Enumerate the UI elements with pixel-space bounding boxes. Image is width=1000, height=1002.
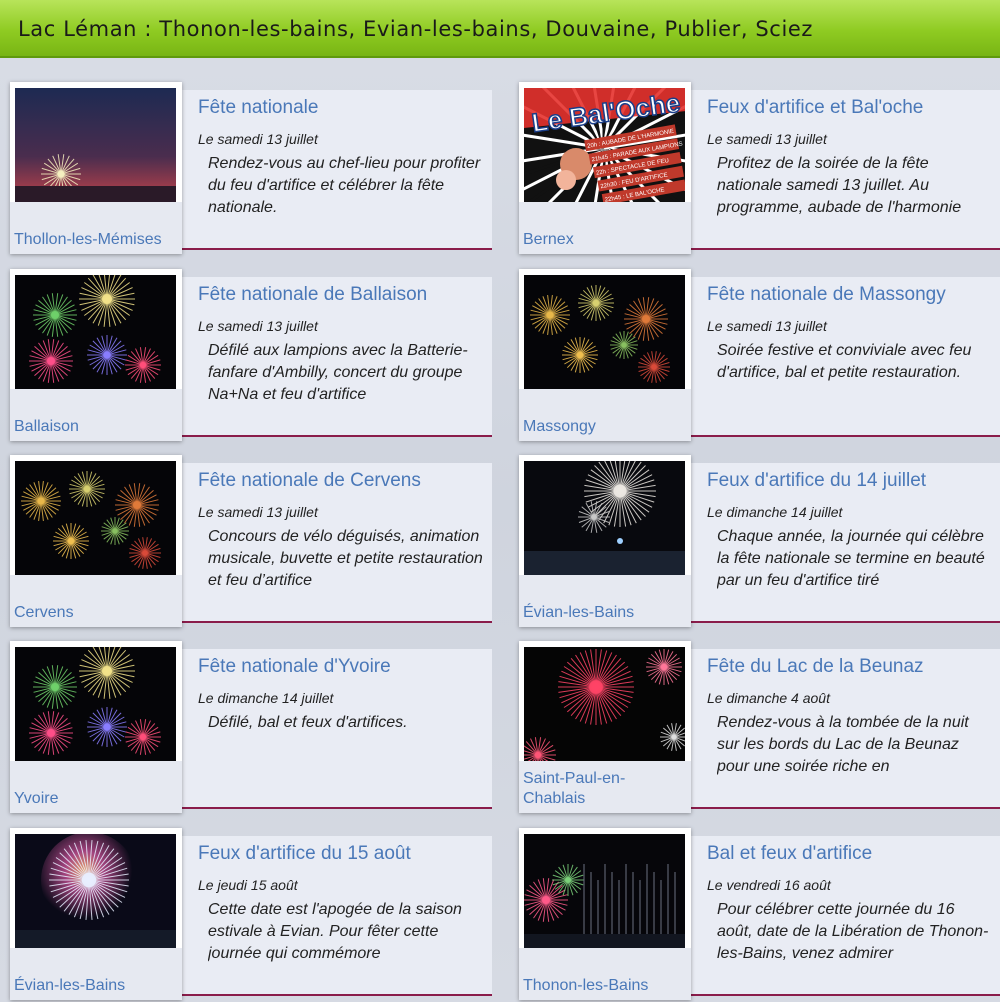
event-description: Profitez de la soirée de la fête nationa…: [717, 155, 962, 216]
event-location-label: Saint-Paul-en-Chablais: [523, 770, 626, 807]
event-thumbnail[interactable]: Évian-les-Bains: [10, 828, 182, 1000]
event-description: Défilé, bal et feux d'artifices.: [208, 714, 408, 731]
event-image-graphic: [15, 88, 176, 202]
event-thumbnail[interactable]: Le Bal'Oche 20h : AUBADE DE L'HARMONIE 2…: [519, 82, 691, 254]
event-title-link[interactable]: Feux d'artifice et Bal'oche: [707, 97, 923, 119]
event-thumbnail[interactable]: Yvoire: [10, 641, 182, 813]
event-title-link[interactable]: Fête nationale d'Yvoire: [198, 656, 391, 678]
event-image-graphic: [524, 461, 685, 575]
event-thumbnail[interactable]: Ballaison: [10, 269, 182, 441]
event-card[interactable]: Thollon-les-Mémises Fête nationale Le sa…: [10, 82, 492, 254]
event-date: Le samedi 13 juillet: [198, 504, 318, 520]
event-card[interactable]: Yvoire Fête nationale d'Yvoire Le dimanc…: [10, 641, 492, 813]
event-card[interactable]: Évian-les-Bains Feux d'artifice du 15 ao…: [10, 828, 492, 1000]
event-photo[interactable]: [524, 461, 685, 575]
event-description: Rendez-vous à la tombée de la nuit sur l…: [717, 714, 969, 775]
event-location-label: Bernex: [523, 231, 574, 248]
event-description: Cette date est l'apogée de la saison est…: [208, 901, 462, 962]
event-thumbnail[interactable]: Saint-Paul-en-Chablais: [519, 641, 691, 813]
event-location: Cervens: [10, 575, 182, 627]
event-thumbnail[interactable]: Cervens: [10, 455, 182, 627]
event-photo[interactable]: [15, 88, 176, 202]
event-card[interactable]: Massongy Fête nationale de Massongy Le s…: [519, 269, 1000, 441]
event-image-graphic: [15, 834, 176, 948]
event-description: Soirée festive et conviviale avec feu d'…: [717, 342, 972, 381]
event-description: Pour célébrer cette journée du 16 août, …: [717, 901, 989, 962]
event-location: Yvoire: [10, 761, 182, 813]
event-location: Ballaison: [10, 389, 182, 441]
event-location-label: Ballaison: [14, 418, 79, 435]
event-card[interactable]: Cervens Fête nationale de Cervens Le sam…: [10, 455, 492, 627]
event-title-link[interactable]: Feux d'artifice du 14 juillet: [707, 470, 926, 492]
event-image-graphic: [15, 275, 176, 389]
event-location: Évian-les-Bains: [519, 575, 691, 627]
event-date: Le samedi 13 juillet: [707, 318, 827, 334]
event-title-link[interactable]: Fête nationale: [198, 97, 318, 119]
event-date: Le jeudi 15 août: [198, 877, 298, 893]
event-location-label: Évian-les-Bains: [14, 977, 126, 994]
event-location: Évian-les-Bains: [10, 948, 182, 1000]
event-card[interactable]: Saint-Paul-en-Chablais Fête du Lac de la…: [519, 641, 1000, 813]
event-card[interactable]: Évian-les-Bains Feux d'artifice du 14 ju…: [519, 455, 1000, 627]
event-location: Bernex: [519, 202, 691, 254]
event-location: Massongy: [519, 389, 691, 441]
page-title: Lac Léman : Thonon-les-bains, Evian-les-…: [18, 17, 814, 41]
event-photo[interactable]: [15, 834, 176, 948]
event-description: Rendez-vous au chef-lieu pour profiter d…: [208, 155, 481, 216]
event-date: Le dimanche 14 juillet: [707, 504, 843, 520]
event-thumbnail[interactable]: Massongy: [519, 269, 691, 441]
event-location-label: Yvoire: [14, 790, 59, 807]
event-date: Le samedi 13 juillet: [198, 131, 318, 147]
event-photo[interactable]: [15, 275, 176, 389]
event-card[interactable]: Le Bal'Oche 20h : AUBADE DE L'HARMONIE 2…: [519, 82, 1000, 254]
event-title-link[interactable]: Feux d'artifice du 15 août: [198, 843, 411, 865]
event-date: Le samedi 13 juillet: [707, 131, 827, 147]
event-description: Chaque année, la journée qui célèbre la …: [717, 528, 985, 589]
event-photo[interactable]: [15, 647, 176, 761]
event-location-label: Thollon-les-Mémises: [14, 231, 162, 248]
event-photo[interactable]: [524, 834, 685, 948]
event-location-label: Massongy: [523, 418, 596, 435]
event-image-graphic: [524, 275, 685, 389]
event-photo[interactable]: [524, 275, 685, 389]
event-title-link[interactable]: Fête nationale de Massongy: [707, 284, 946, 306]
event-image-graphic: [524, 834, 685, 948]
site-header: Lac Léman : Thonon-les-bains, Evian-les-…: [0, 0, 1000, 58]
event-card[interactable]: Ballaison Fête nationale de Ballaison Le…: [10, 269, 492, 441]
event-description: Concours de vélo déguisés, animation mus…: [208, 528, 483, 589]
event-image-graphic: [15, 461, 176, 575]
event-photo[interactable]: [524, 647, 685, 761]
event-location: Thollon-les-Mémises: [10, 202, 182, 254]
event-date: Le vendredi 16 août: [707, 877, 831, 893]
event-date: Le samedi 13 juillet: [198, 318, 318, 334]
event-location-label: Évian-les-Bains: [523, 604, 635, 621]
event-photo[interactable]: [15, 461, 176, 575]
event-description: Défilé aux lampions avec la Batterie-fan…: [208, 342, 468, 403]
event-title-link[interactable]: Fête nationale de Cervens: [198, 470, 421, 492]
event-thumbnail[interactable]: Thonon-les-Bains: [519, 828, 691, 1000]
event-image-graphic: Le Bal'Oche 20h : AUBADE DE L'HARMONIE 2…: [524, 88, 685, 202]
event-thumbnail[interactable]: Évian-les-Bains: [519, 455, 691, 627]
event-thumbnail[interactable]: Thollon-les-Mémises: [10, 82, 182, 254]
event-location-label: Thonon-les-Bains: [523, 977, 649, 994]
event-location-label: Cervens: [14, 604, 74, 621]
event-location: Saint-Paul-en-Chablais: [519, 761, 691, 813]
event-location: Thonon-les-Bains: [519, 948, 691, 1000]
event-date: Le dimanche 4 août: [707, 690, 830, 706]
event-photo[interactable]: Le Bal'Oche 20h : AUBADE DE L'HARMONIE 2…: [524, 88, 685, 202]
event-image-graphic: [15, 647, 176, 761]
event-card[interactable]: Thonon-les-Bains Bal et feux d'artifice …: [519, 828, 1000, 1000]
event-title-link[interactable]: Bal et feux d'artifice: [707, 843, 872, 865]
event-date: Le dimanche 14 juillet: [198, 690, 334, 706]
event-image-graphic: [524, 647, 685, 761]
event-title-link[interactable]: Fête du Lac de la Beunaz: [707, 656, 924, 678]
event-title-link[interactable]: Fête nationale de Ballaison: [198, 284, 427, 306]
